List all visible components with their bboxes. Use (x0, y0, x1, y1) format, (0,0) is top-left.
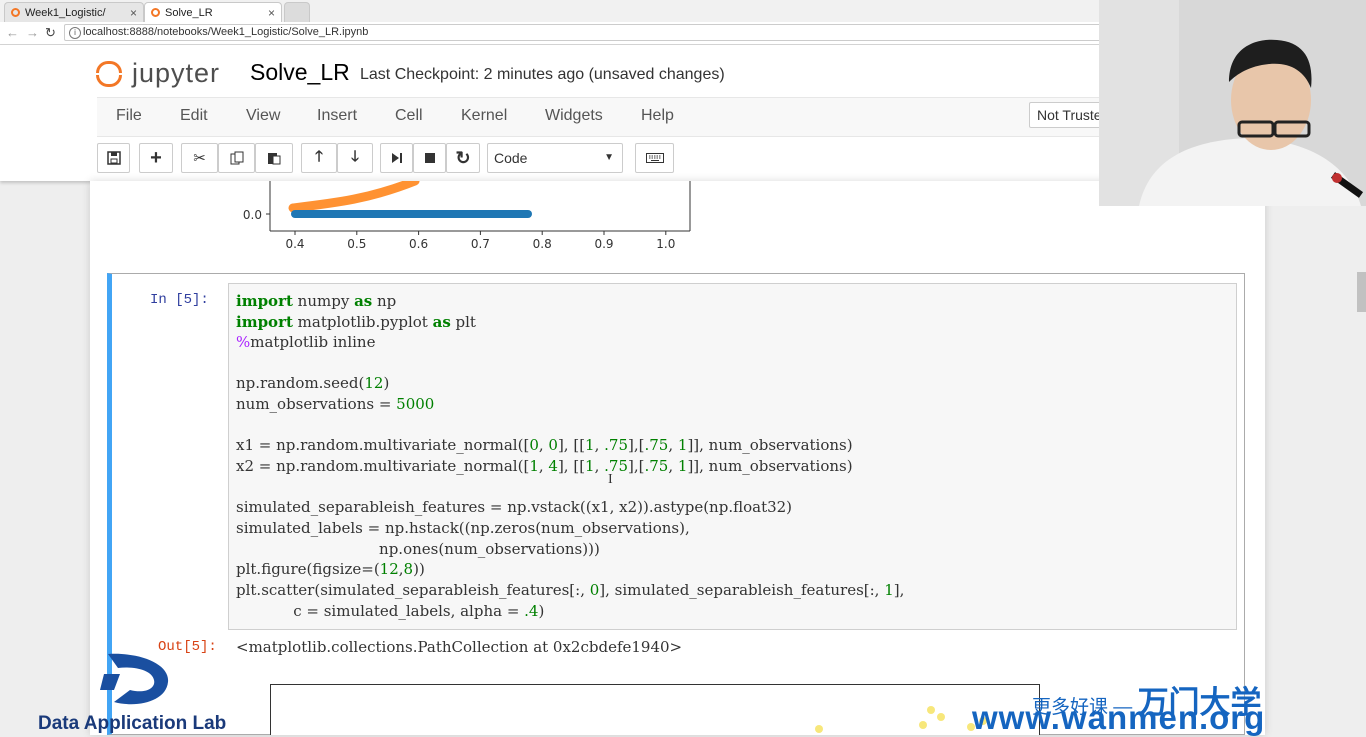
output-text: <matplotlib.collections.PathCollection a… (236, 638, 683, 656)
keyboard-icon (645, 153, 664, 163)
x-tick-label: 0.5 (347, 237, 366, 251)
notebook-title[interactable]: Solve_LR (250, 59, 350, 86)
x-tick-label: 0.6 (409, 237, 428, 251)
x-tick-label: 0.8 (533, 237, 552, 251)
code-line-11: simulated_separableish_features = np.vst… (236, 498, 793, 516)
move-down-button[interactable]: 🡓 (337, 143, 373, 173)
browser-tab-solve-lr[interactable]: Solve_LR × (144, 2, 282, 22)
jupyter-favicon-icon (151, 8, 160, 17)
paste-icon (268, 153, 281, 165)
run-button[interactable] (380, 143, 413, 173)
reload-icon[interactable]: ↻ (45, 25, 56, 41)
cut-icon: ✂ (193, 150, 206, 167)
cell-type-select[interactable]: Code ▼ (487, 143, 623, 173)
y-tick-label: 0.0 (243, 208, 262, 222)
info-icon: i (69, 27, 81, 39)
x-tick-label: 0.7 (471, 237, 490, 251)
scrollbar-thumb[interactable] (1357, 272, 1366, 312)
tab-label: Week1_Logistic/ (25, 6, 106, 19)
code-line-1: import numpy as np (236, 292, 397, 310)
x-tick-label: 1.0 (656, 237, 675, 251)
tab-label: Solve_LR (165, 6, 213, 19)
menu-file[interactable]: File (116, 107, 142, 125)
url-text: localhost:8888/notebooks/Week1_Logistic/… (83, 26, 369, 38)
jupyter-logo[interactable]: jupyter (96, 55, 220, 91)
close-tab-icon[interactable]: × (268, 6, 275, 20)
x-tick-label: 0.9 (594, 237, 613, 251)
run-icon (391, 153, 402, 163)
move-up-button[interactable]: 🡑 (301, 143, 337, 173)
presenter-image (1099, 0, 1366, 206)
cell-type-value: Code (494, 150, 528, 166)
webcam-overlay (1099, 0, 1366, 206)
code-line-8: x1 = np.random.multivariate_normal([0, 0… (236, 436, 853, 454)
lab-name: Data Application Lab (38, 713, 227, 734)
cut-button[interactable]: ✂ (181, 143, 218, 173)
code-line-14: plt.figure(figsize=(12,8)) (236, 560, 425, 578)
copy-icon (230, 151, 243, 165)
jupyter-favicon-icon (11, 8, 20, 17)
close-tab-icon[interactable]: × (130, 6, 137, 20)
code-line-3: %matplotlib inline (236, 333, 376, 351)
code-line-15: plt.scatter(simulated_separableish_featu… (236, 581, 905, 599)
plus-icon: + (150, 146, 162, 169)
forward-arrow-icon[interactable]: → (26, 25, 39, 40)
menu-kernel[interactable]: Kernel (461, 107, 507, 125)
code-line-6: num_observations = 5000 (236, 395, 435, 413)
code-line-9: x2 = np.random.multivariate_normal([1, 4… (236, 457, 853, 475)
checkpoint-status: Last Checkpoint: 2 minutes ago (unsaved … (360, 66, 725, 83)
previous-plot: 0.0 0.4 0.5 0.6 0.7 0.8 0.9 1.0 (243, 181, 691, 251)
code-line-13: np.ones(num_observations))) (236, 540, 600, 558)
insert-cell-button[interactable]: + (139, 143, 173, 173)
save-icon (106, 151, 121, 165)
command-palette-button[interactable] (635, 143, 674, 173)
menu-bar: File Edit View Insert Cell Kernel Widget… (97, 97, 1100, 137)
code-line-5: np.random.seed(12) (236, 374, 390, 392)
jupyter-brand-text: jupyter (132, 57, 221, 88)
arrow-down-icon: 🡓 (351, 147, 359, 165)
menu-help[interactable]: Help (641, 107, 674, 125)
paste-button[interactable] (255, 143, 293, 173)
code-line-16: c = simulated_labels, alpha = .4) (236, 602, 545, 620)
new-tab-button[interactable] (284, 2, 310, 22)
menu-view[interactable]: View (246, 107, 280, 125)
browser-tab-week1[interactable]: Week1_Logistic/ × (4, 2, 144, 22)
menu-widgets[interactable]: Widgets (545, 107, 603, 125)
dropdown-caret-icon: ▼ (604, 152, 614, 163)
code-line-2: import matplotlib.pyplot as plt (236, 313, 476, 331)
orange-series-curve (288, 181, 420, 213)
menu-insert[interactable]: Insert (317, 107, 357, 125)
jupyter-logo-icon (96, 59, 124, 87)
menu-edit[interactable]: Edit (180, 107, 208, 125)
url-field[interactable]: i localhost:8888/notebooks/Week1_Logisti… (64, 24, 1104, 41)
scatter-plot-output (270, 684, 1040, 735)
menu-cell[interactable]: Cell (395, 107, 423, 125)
dal-logo-icon (100, 653, 169, 705)
interrupt-button[interactable] (413, 143, 446, 173)
text-cursor-icon: I (608, 472, 613, 487)
stop-icon (424, 153, 435, 163)
jupyter-header: jupyter Solve_LR Last Checkpoint: 2 minu… (0, 45, 1119, 181)
copy-button[interactable] (218, 143, 255, 173)
arrow-up-icon: 🡑 (315, 147, 323, 165)
data-application-lab-watermark: Data Application Lab (38, 650, 258, 735)
input-prompt: In [5]: (150, 292, 209, 308)
watermark-url: www.wanmen.org (972, 699, 1266, 736)
restart-button[interactable]: ↻ (446, 143, 480, 173)
save-button[interactable] (97, 143, 130, 173)
x-tick-label: 0.4 (285, 237, 304, 251)
code-line-12: simulated_labels = np.hstack((np.zeros(n… (236, 519, 690, 537)
back-arrow-icon[interactable]: ← (6, 25, 19, 40)
restart-icon: ↻ (455, 147, 471, 168)
